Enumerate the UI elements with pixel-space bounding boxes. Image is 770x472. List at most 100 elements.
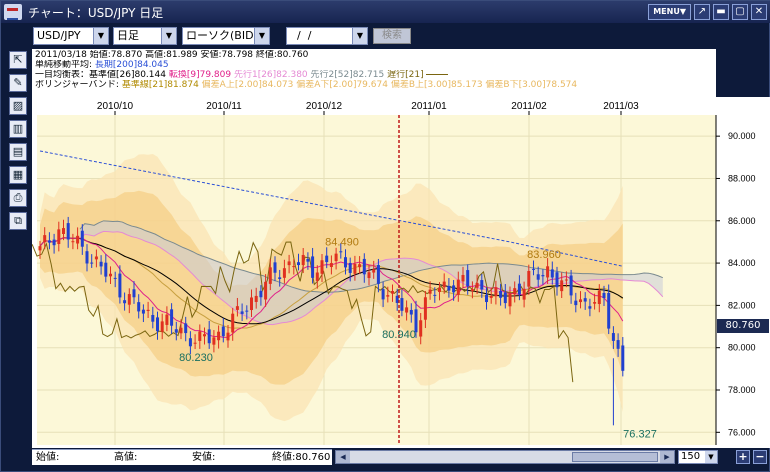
candle-body	[132, 289, 136, 298]
scroll-right-icon[interactable]: ▶	[660, 451, 674, 463]
zoom-value: 150	[681, 451, 701, 462]
candle-body	[386, 295, 390, 297]
search-button[interactable]: 検索	[373, 28, 411, 44]
date-input[interactable]: / / ▼	[286, 27, 368, 45]
x-tick-label: 2011/02	[511, 101, 547, 112]
y-tick-label: 90.000	[728, 131, 756, 141]
candle-body	[508, 293, 512, 307]
candle-body	[376, 265, 380, 284]
period-select-value: 日足	[117, 29, 139, 42]
status-high: 高値:	[114, 452, 138, 463]
candle-body	[113, 277, 117, 279]
candle-body	[212, 337, 216, 345]
ichimoku-senko1: 先行1[26]82.380	[233, 70, 308, 80]
zoom-select[interactable]: 150 ▼	[678, 450, 718, 464]
x-tick-label: 2011/01	[411, 101, 447, 112]
chart-type-select-value: ローソク(BID)	[186, 29, 258, 42]
candle-body	[160, 321, 164, 332]
zoom-out-icon[interactable]: −	[753, 450, 767, 464]
app-logo-icon	[4, 4, 22, 20]
title-bar: チャート：USD/JPY 日足 MENU▼ ↗ ▬ ▢ ✕	[1, 1, 770, 23]
ichimoku-label: 一目均衡表：基準値[26]80.144	[35, 70, 166, 80]
candle-body	[123, 300, 127, 304]
candle-body	[419, 320, 423, 337]
candle-body	[329, 263, 333, 268]
calendar-dropdown-icon: ▼	[352, 28, 367, 44]
window-title: チャート：USD/JPY 日足	[28, 5, 164, 20]
ichimoku-senko2: 先行2[52]82.715	[310, 70, 385, 80]
price-annotation: 83.960	[527, 249, 561, 261]
candle-body	[611, 333, 615, 341]
candle-body	[287, 261, 291, 266]
menu-button[interactable]: MENU▼	[648, 4, 691, 20]
sma-value: 長期[200]84.045	[94, 60, 169, 70]
zoom-in-icon[interactable]: +	[736, 450, 750, 464]
candle-body	[226, 332, 230, 341]
price-chart[interactable]: 2010/10 2010/11 2010/12 2011/01 2011/02 2011/…	[32, 97, 770, 448]
pencil-icon[interactable]: ✎	[9, 74, 27, 92]
bar-settings-icon[interactable]: ▥	[9, 120, 27, 138]
scroll-thumb[interactable]	[572, 452, 658, 462]
chart-area[interactable]: 2010/10 2010/11 2010/12 2011/01 2011/02 2011/…	[32, 97, 770, 448]
candle-body	[583, 298, 587, 302]
candle-body	[47, 240, 51, 243]
candle-body	[62, 228, 65, 234]
chevron-down-icon: ▼	[161, 28, 176, 44]
candle-body	[339, 251, 343, 253]
candle-body	[442, 281, 446, 288]
chevron-down-icon: ▼	[254, 28, 269, 44]
candle-body	[367, 272, 371, 279]
candle-body	[170, 309, 174, 326]
status-open: 始値:	[36, 452, 60, 463]
candle-body	[311, 256, 315, 278]
candle-body	[532, 268, 535, 270]
chart-type-select[interactable]: ローソク(BID) ▼	[182, 27, 270, 45]
time-scrollbar[interactable]: ◀ ▶	[335, 450, 675, 464]
candle-body	[99, 261, 103, 267]
chart-window: チャート：USD/JPY 日足 MENU▼ ↗ ▬ ▢ ✕ USD/JPY ▼ …	[0, 0, 770, 472]
candle-body	[593, 302, 597, 304]
status-close: 終値:80.760	[272, 452, 331, 463]
candle-body	[513, 288, 517, 295]
candle-body	[221, 326, 225, 337]
candle-body	[433, 294, 437, 296]
candle-body	[85, 251, 89, 264]
candle-body	[569, 275, 573, 296]
window-controls: MENU▼ ↗ ▬ ▢ ✕	[648, 4, 767, 20]
indicator-icon[interactable]: ▨	[9, 97, 27, 115]
y-tick-label: 80.000	[728, 343, 756, 353]
close-icon[interactable]: ✕	[751, 4, 767, 20]
cursor-arrow-icon[interactable]: ⇱	[9, 51, 27, 69]
sma-label: 単純移動平均:	[35, 60, 93, 70]
scroll-left-icon[interactable]: ◀	[336, 451, 350, 463]
candle-body	[165, 314, 169, 325]
candle-body	[137, 302, 141, 312]
y-tick-label: 82.000	[728, 300, 756, 310]
maximize-icon[interactable]: ▢	[732, 4, 748, 20]
candle-body	[325, 255, 329, 263]
pair-select[interactable]: USD/JPY ▼	[33, 27, 109, 45]
minimize-icon[interactable]: ▬	[713, 4, 729, 20]
list-icon[interactable]: ▦	[9, 166, 27, 184]
print-icon[interactable]: ⎙	[9, 189, 27, 207]
popout-icon[interactable]: ↗	[694, 4, 710, 20]
candle-body	[250, 297, 253, 311]
candle-body	[564, 279, 568, 281]
candle-body	[597, 290, 601, 305]
candle-body	[127, 294, 131, 305]
candle-body	[353, 263, 357, 274]
candle-body	[475, 282, 479, 288]
candle-body	[621, 345, 625, 371]
candle-body	[616, 340, 620, 349]
candle-body	[306, 258, 310, 262]
panel-icon[interactable]: ▤	[9, 143, 27, 161]
candle-body	[456, 279, 460, 295]
candle-body	[334, 253, 338, 262]
candle-body	[90, 262, 94, 264]
status-bar: 始値: 高値: 安値: 終値:80.760	[32, 449, 332, 465]
period-select[interactable]: 日足 ▼	[113, 27, 177, 45]
candle-body	[264, 281, 268, 300]
window-layout-icon[interactable]: ⧉	[9, 212, 27, 230]
candle-body	[315, 272, 319, 281]
candle-body	[259, 290, 263, 298]
